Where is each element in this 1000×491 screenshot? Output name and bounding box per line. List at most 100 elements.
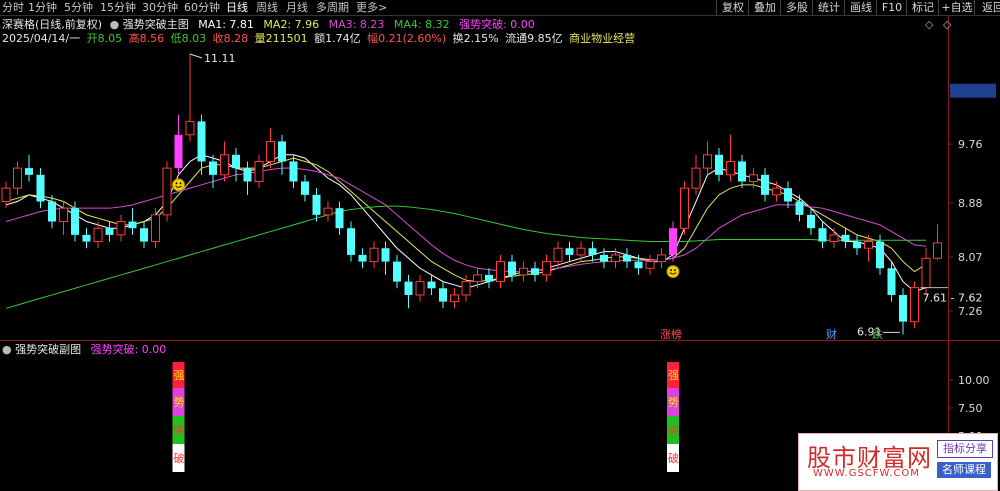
smiley-eye bbox=[175, 182, 178, 185]
candle-body bbox=[71, 208, 79, 235]
candle-body bbox=[623, 254, 631, 262]
candle-body bbox=[381, 248, 390, 262]
candle-body bbox=[473, 274, 482, 283]
candle-body bbox=[243, 168, 252, 182]
candle-body bbox=[13, 167, 22, 189]
candle-body bbox=[439, 288, 447, 302]
candle-body bbox=[116, 221, 126, 236]
candle-body bbox=[565, 248, 574, 255]
candle-body bbox=[726, 160, 735, 176]
candle-body bbox=[347, 228, 355, 255]
smiley-eye bbox=[179, 182, 182, 185]
candle-body bbox=[404, 281, 413, 295]
smiley-eye bbox=[674, 269, 676, 271]
signal-bar-char: 强 bbox=[174, 369, 185, 382]
candle-body bbox=[553, 247, 563, 263]
candle-body bbox=[335, 208, 344, 229]
price-tick-label: 7.26 bbox=[958, 305, 983, 318]
candle-body bbox=[588, 248, 597, 255]
candle-body bbox=[232, 154, 240, 169]
candle-body bbox=[174, 134, 183, 169]
sub-tick-label: 7.50 bbox=[958, 402, 983, 415]
candle-body bbox=[220, 154, 229, 176]
candle-body bbox=[680, 187, 689, 229]
candle-body bbox=[197, 121, 206, 162]
kline-chart[interactable]: 10.569.768.888.077.2611.116.917.61 - 7.6… bbox=[0, 0, 1000, 490]
candle-body bbox=[657, 254, 666, 263]
ma-line bbox=[5, 157, 927, 283]
candle-body bbox=[301, 181, 309, 195]
candle-body bbox=[48, 201, 56, 222]
candle-body bbox=[921, 257, 931, 289]
candle-body bbox=[761, 174, 769, 195]
candle-body bbox=[508, 261, 516, 275]
candle-body bbox=[807, 214, 815, 229]
candle-body bbox=[738, 161, 746, 182]
candle-body bbox=[105, 228, 114, 235]
price-tick-label: 8.07 bbox=[958, 251, 983, 264]
watermark-tag2: 名师课程 bbox=[937, 462, 991, 478]
candle-body bbox=[151, 214, 160, 243]
candle-body bbox=[634, 261, 643, 269]
candle-body bbox=[185, 120, 195, 136]
watermark-tag1: 指标分享 bbox=[937, 440, 993, 458]
candle-body bbox=[162, 167, 172, 216]
candle-body bbox=[393, 261, 401, 282]
signal-bar-char: 破 bbox=[668, 451, 679, 465]
sub-tick-label: 10.00 bbox=[958, 374, 990, 387]
signal-bar-char: 突 bbox=[668, 423, 679, 437]
candle-body bbox=[1, 187, 11, 203]
signal-bar-char: 破 bbox=[174, 451, 185, 465]
candle-body bbox=[496, 261, 505, 283]
current-price-box bbox=[950, 83, 996, 98]
candle-body bbox=[795, 201, 804, 215]
watermark: 股市财富网 WWW.GSCFW.COM 指标分享 名师课程 bbox=[798, 433, 998, 491]
event-tag: 跌 bbox=[872, 327, 883, 341]
candle-body bbox=[818, 228, 827, 242]
candle-body bbox=[542, 261, 551, 276]
candle-body bbox=[933, 242, 942, 259]
candle-body bbox=[415, 281, 425, 296]
candle-body bbox=[899, 294, 907, 322]
candle-body bbox=[312, 194, 321, 215]
watermark-url: WWW.GSCFW.COM bbox=[813, 468, 920, 479]
candle-body bbox=[36, 174, 45, 202]
candle-body bbox=[910, 287, 919, 323]
candle-body bbox=[358, 254, 367, 262]
candle-body bbox=[645, 261, 655, 269]
candle-body bbox=[82, 234, 91, 242]
candle-body bbox=[576, 247, 586, 256]
signal-bar-char: 势 bbox=[174, 396, 185, 409]
smiley-icon bbox=[172, 178, 185, 192]
event-tag: 涨榜 bbox=[660, 327, 682, 341]
candle-body bbox=[841, 234, 850, 242]
signal-bar-char: 突 bbox=[174, 423, 185, 437]
candle-body bbox=[140, 228, 148, 242]
event-tag: 财 bbox=[826, 327, 837, 341]
candle-body bbox=[864, 241, 873, 249]
candle-body bbox=[600, 254, 608, 262]
candle-body bbox=[209, 161, 217, 175]
candle-body bbox=[461, 281, 471, 296]
price-tick-label: 8.88 bbox=[958, 197, 983, 210]
candle-body bbox=[289, 161, 298, 182]
candle-body bbox=[772, 187, 781, 196]
candle-body bbox=[25, 168, 33, 175]
smiley-icon bbox=[666, 265, 680, 279]
signal-bar-char: 势 bbox=[668, 396, 679, 409]
candle-body bbox=[715, 154, 723, 175]
candle-body bbox=[427, 281, 436, 289]
candle-body bbox=[266, 140, 275, 162]
candle-body bbox=[611, 254, 620, 263]
candle-body bbox=[784, 188, 792, 202]
candle-body bbox=[669, 228, 677, 255]
candle-body bbox=[853, 241, 861, 249]
candle-body bbox=[323, 207, 333, 216]
candle-body bbox=[128, 221, 137, 229]
candle-body bbox=[691, 167, 701, 189]
candle-body bbox=[254, 160, 264, 182]
candle-body bbox=[93, 227, 103, 243]
candle-body bbox=[485, 274, 493, 282]
candle-body bbox=[749, 174, 758, 182]
candle-body bbox=[829, 234, 839, 243]
